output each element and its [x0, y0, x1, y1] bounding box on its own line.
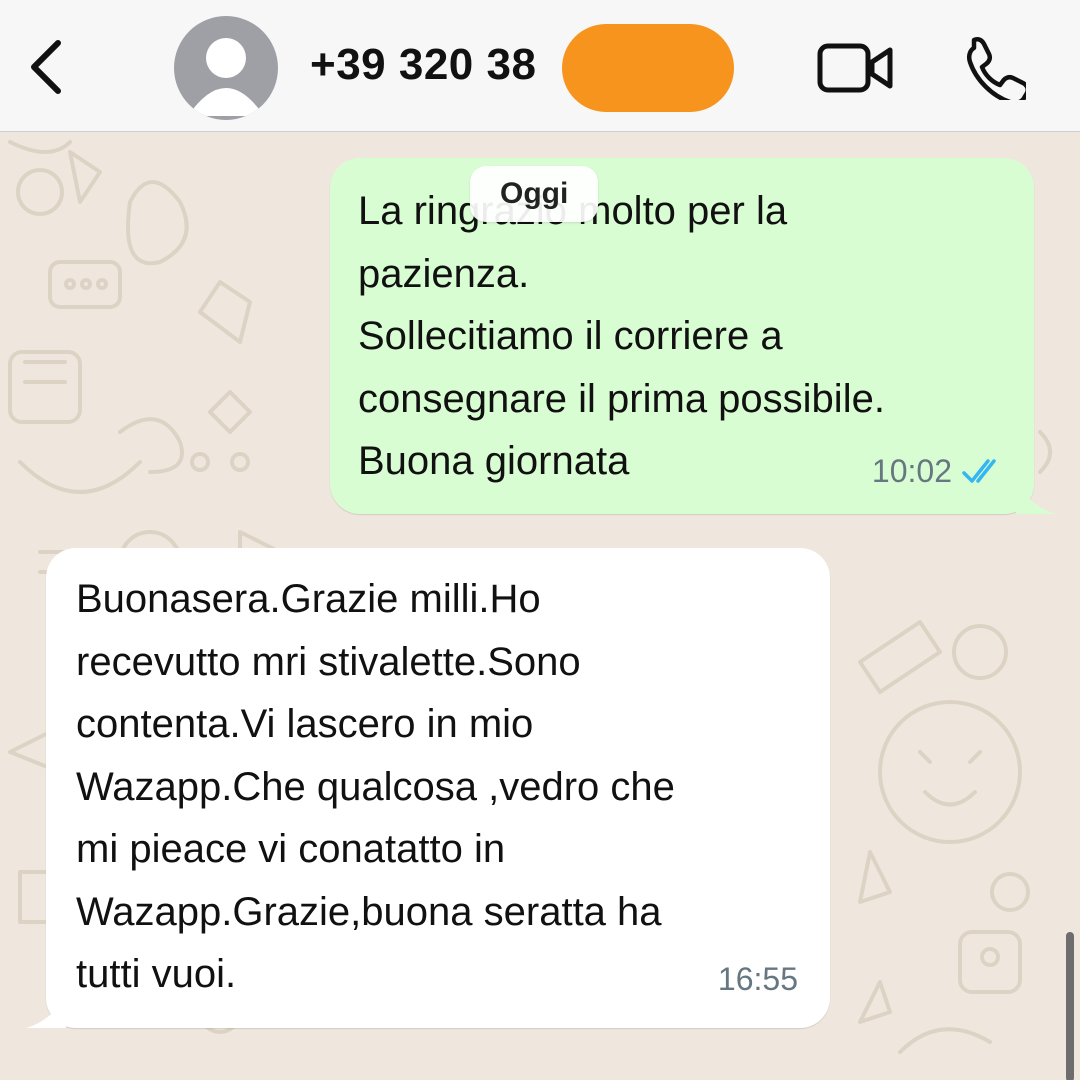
message-time: 16:55 — [717, 960, 798, 997]
voice-call-button[interactable] — [960, 34, 1031, 106]
double-check-icon — [962, 459, 996, 483]
video-call-button[interactable] — [816, 40, 896, 96]
person-icon — [188, 38, 264, 116]
message-meta: 10:02 — [872, 440, 1006, 503]
video-camera-icon — [817, 43, 893, 93]
contact-name[interactable]: +39 320 38 — [310, 40, 536, 90]
bubble-tail — [1016, 484, 1056, 514]
avatar[interactable] — [174, 16, 278, 120]
redaction-overlay — [562, 24, 734, 112]
message-outgoing[interactable]: La ringrazio molto per la pazienza. Soll… — [330, 158, 1056, 514]
bubble-tail — [26, 998, 66, 1028]
chat-header: +39 320 38 — [0, 0, 1080, 132]
message-meta: 16:55 — [718, 948, 798, 1011]
message-incoming[interactable]: Buonasera.Grazie milli.Ho recevutto mri … — [26, 548, 830, 1028]
message-time: 10:02 — [871, 452, 952, 489]
phone-icon — [966, 36, 1031, 106]
back-button[interactable] — [18, 32, 74, 102]
chevron-left-icon — [31, 40, 61, 94]
date-separator: Oggi — [470, 166, 599, 222]
message-text: Buonasera.Grazie milli.Ho recevutto mri … — [76, 577, 675, 996]
scrollbar[interactable] — [1066, 932, 1074, 1080]
